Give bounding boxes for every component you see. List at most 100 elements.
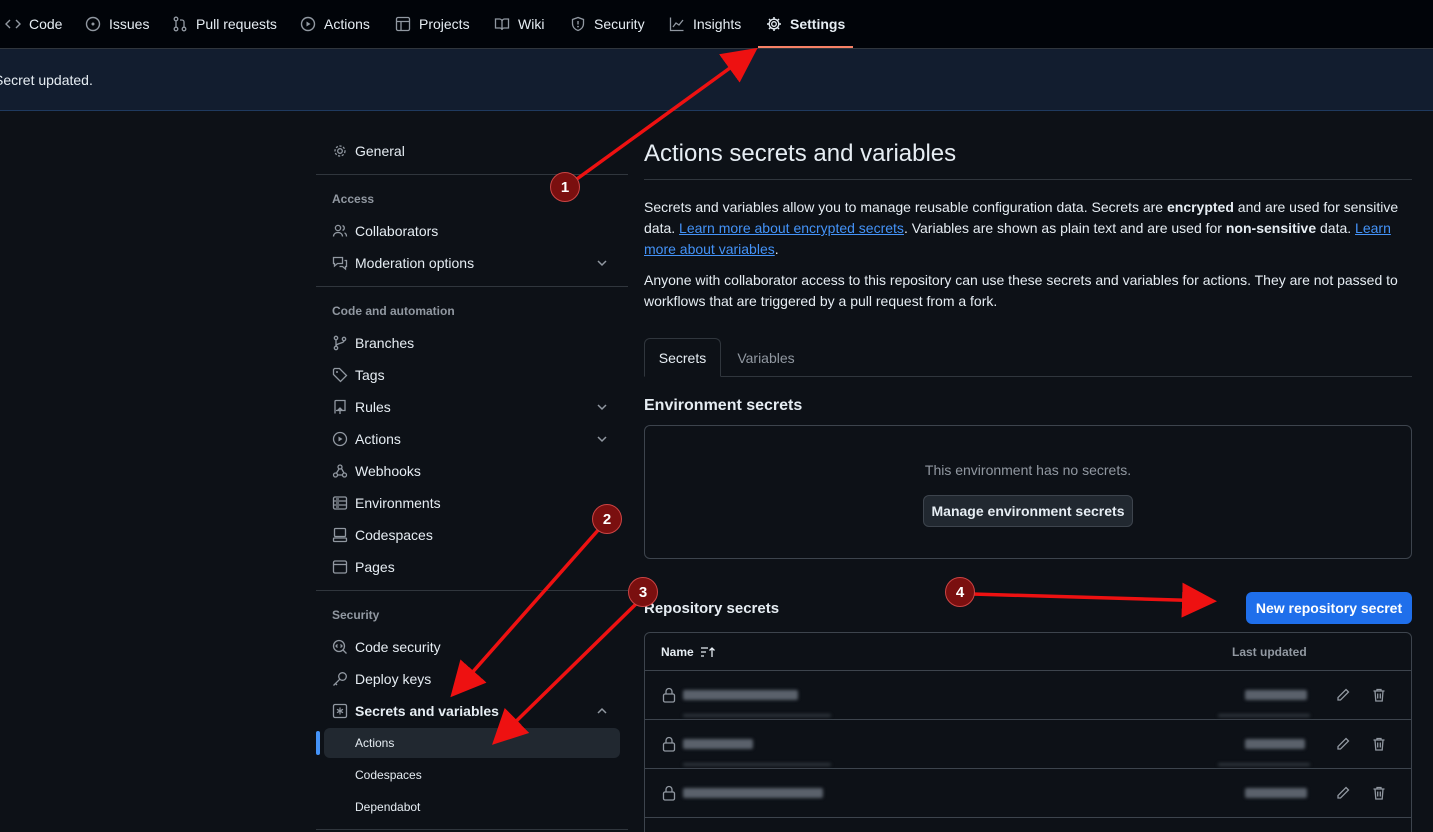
book-icon bbox=[494, 16, 510, 32]
sidebar-item-label: Secrets and variables bbox=[355, 703, 499, 719]
name-column-header[interactable]: Name bbox=[661, 645, 716, 659]
lock-icon bbox=[662, 687, 676, 703]
codescan-icon bbox=[332, 639, 348, 655]
last-updated-redacted bbox=[1245, 739, 1305, 749]
table-row bbox=[645, 671, 1411, 720]
tab-security[interactable]: Security bbox=[570, 0, 645, 48]
tab-pull-requests[interactable]: Pull requests bbox=[172, 0, 277, 48]
learn-encrypted-secrets-link[interactable]: Learn more about encrypted secrets bbox=[679, 220, 904, 236]
sidebar-item-environments[interactable]: Environments bbox=[316, 487, 620, 519]
tab-label: Code bbox=[29, 16, 63, 32]
secret-name-redacted bbox=[683, 739, 753, 749]
sidebar-divider bbox=[316, 829, 628, 830]
last-updated-column-header: Last updated bbox=[1232, 645, 1307, 659]
pencil-icon[interactable] bbox=[1335, 785, 1351, 801]
gear-icon bbox=[766, 16, 782, 32]
trash-icon[interactable] bbox=[1371, 785, 1387, 801]
tab-label: Variables bbox=[737, 349, 795, 366]
issue-opened-icon bbox=[85, 16, 101, 32]
redaction-smear bbox=[1218, 714, 1310, 717]
sidebar-subitem-dependabot[interactable]: Dependabot bbox=[324, 792, 620, 822]
sidebar-item-label: Environments bbox=[355, 495, 441, 511]
sidebar-divider bbox=[316, 590, 628, 591]
graph-icon bbox=[669, 16, 685, 32]
sidebar-item-label: Branches bbox=[355, 335, 415, 351]
sidebar-item-deploy-keys[interactable]: Deploy keys bbox=[316, 663, 620, 695]
tab-issues[interactable]: Issues bbox=[85, 0, 149, 48]
gear-icon bbox=[332, 143, 348, 159]
intro-text: . bbox=[774, 241, 779, 257]
lock-icon bbox=[662, 785, 676, 801]
intro-paragraph: Secrets and variables allow you to manag… bbox=[644, 197, 1412, 260]
sidebar-item-label: Actions bbox=[355, 431, 401, 447]
tab-label: Settings bbox=[790, 16, 846, 32]
sidebar-item-codespaces[interactable]: Codespaces bbox=[316, 519, 620, 551]
manage-environment-secrets-button[interactable]: Manage environment secrets bbox=[923, 495, 1133, 527]
pencil-icon[interactable] bbox=[1335, 736, 1351, 752]
tab-label: Pull requests bbox=[196, 16, 277, 32]
server-icon bbox=[332, 495, 348, 511]
sidebar-item-label: Webhooks bbox=[355, 463, 421, 479]
sidebar-divider bbox=[316, 174, 628, 175]
tab-actions[interactable]: Actions bbox=[300, 0, 370, 48]
git-branch-icon bbox=[332, 335, 348, 351]
tab-wiki[interactable]: Wiki bbox=[494, 0, 544, 48]
key-asterisk-icon bbox=[332, 703, 348, 719]
sidebar-item-tags[interactable]: Tags bbox=[316, 359, 620, 391]
button-label: Manage environment secrets bbox=[931, 503, 1125, 519]
arrow-4 bbox=[971, 582, 1217, 618]
sidebar-heading-security: Security bbox=[332, 608, 380, 622]
sidebar-subitem-label: Actions bbox=[355, 736, 395, 750]
sidebar-item-label: Tags bbox=[355, 367, 385, 383]
sidebar-item-label: Code security bbox=[355, 639, 441, 655]
chevron-down-icon bbox=[594, 399, 610, 415]
repository-secrets-heading: Repository secrets bbox=[644, 600, 780, 617]
new-repository-secret-button[interactable]: New repository secret bbox=[1246, 592, 1412, 624]
current-item-indicator bbox=[316, 731, 320, 755]
trash-icon[interactable] bbox=[1371, 687, 1387, 703]
tab-secrets[interactable]: Secrets bbox=[644, 338, 721, 377]
flash-banner: Secret updated. bbox=[0, 49, 1433, 111]
sidebar-item-label: General bbox=[355, 143, 405, 159]
tab-code[interactable]: Code bbox=[5, 0, 62, 48]
sort-asc-icon bbox=[700, 646, 716, 658]
people-icon bbox=[332, 223, 348, 239]
play-icon bbox=[300, 16, 316, 32]
sidebar-subitem-actions[interactable]: Actions bbox=[324, 728, 620, 758]
last-updated-redacted bbox=[1245, 690, 1307, 700]
tab-variables[interactable]: Variables bbox=[722, 338, 810, 377]
tag-icon bbox=[332, 367, 348, 383]
chevron-down-icon bbox=[594, 431, 610, 447]
sidebar-item-actions[interactable]: Actions bbox=[316, 423, 620, 455]
tab-insights[interactable]: Insights bbox=[669, 0, 741, 48]
tab-projects[interactable]: Projects bbox=[395, 0, 470, 48]
git-pull-request-icon bbox=[172, 16, 188, 32]
sidebar-item-secrets-and-variables[interactable]: Secrets and variables bbox=[316, 695, 620, 727]
sidebar-item-general[interactable]: General bbox=[316, 135, 620, 167]
key-icon bbox=[332, 671, 348, 687]
tab-label: Projects bbox=[419, 16, 470, 32]
sidebar-item-moderation[interactable]: Moderation options bbox=[316, 247, 620, 279]
sidebar-heading-access: Access bbox=[332, 192, 375, 206]
sidebar-item-code-security[interactable]: Code security bbox=[316, 631, 620, 663]
sidebar-item-pages[interactable]: Pages bbox=[316, 551, 620, 583]
repo-nav: Code Issues Pull requests Actions Projec… bbox=[0, 0, 1433, 49]
play-icon bbox=[332, 431, 348, 447]
redaction-smear bbox=[1218, 763, 1310, 766]
sidebar-subitem-codespaces[interactable]: Codespaces bbox=[324, 760, 620, 790]
sidebar-item-branches[interactable]: Branches bbox=[316, 327, 620, 359]
sidebar-item-collaborators[interactable]: Collaborators bbox=[316, 215, 620, 247]
sidebar-divider bbox=[316, 286, 628, 287]
sidebar-heading-code: Code and automation bbox=[332, 304, 455, 318]
pencil-icon[interactable] bbox=[1335, 687, 1351, 703]
button-label: New repository secret bbox=[1255, 600, 1403, 616]
table-row bbox=[645, 720, 1411, 769]
trash-icon[interactable] bbox=[1371, 736, 1387, 752]
sidebar-item-rules[interactable]: Rules bbox=[316, 391, 620, 423]
annotation-badge-1: 1 bbox=[550, 172, 580, 202]
intro-text: . Variables are shown as plain text and … bbox=[903, 220, 1226, 236]
chevron-up-icon bbox=[594, 703, 610, 719]
repository-secrets-table: Name Last updated bbox=[644, 632, 1412, 832]
sidebar-item-webhooks[interactable]: Webhooks bbox=[316, 455, 620, 487]
tab-settings[interactable]: Settings bbox=[757, 0, 854, 48]
